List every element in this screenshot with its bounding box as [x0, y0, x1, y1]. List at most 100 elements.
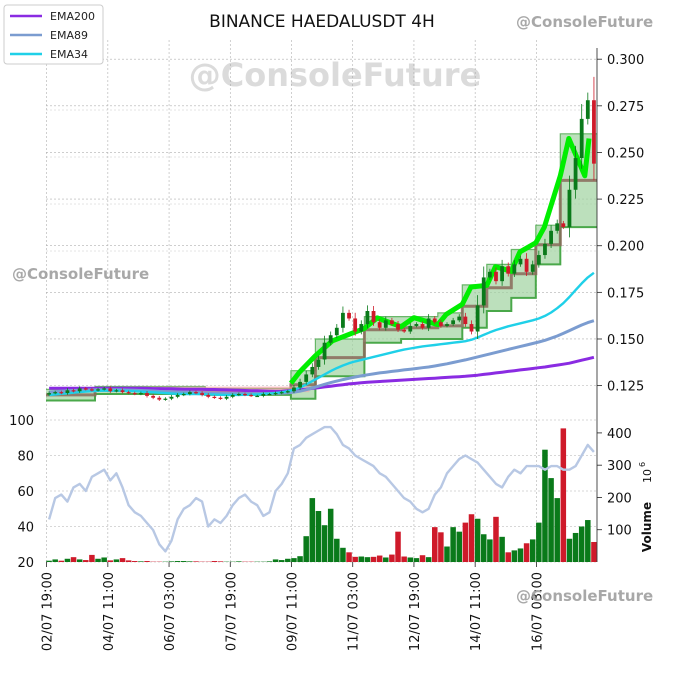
candle-body: [151, 396, 155, 398]
volume-tick-label: 200: [607, 491, 632, 506]
volume-bar: [267, 561, 273, 562]
legend-ema34-label: EMA34: [50, 48, 88, 61]
volume-bar: [444, 547, 450, 562]
candle-body: [421, 324, 425, 328]
candle-body: [568, 190, 572, 227]
volume-bar: [499, 537, 505, 562]
volume-bar: [518, 548, 524, 562]
legend-ema200-label: EMA200: [50, 10, 95, 23]
candle-body: [561, 223, 565, 227]
volume-bar: [138, 561, 144, 562]
candle-body: [574, 158, 578, 190]
volume-axis-title: Volume: [640, 502, 654, 552]
volume-bar: [395, 532, 401, 562]
volume-bar: [218, 561, 224, 562]
chart: 0.1250.1500.1750.2000.2250.2500.2750.300…: [0, 0, 690, 690]
volume-bar: [187, 561, 193, 562]
volume-bar: [481, 534, 487, 562]
candle-body: [243, 394, 247, 395]
price-tick-label: 0.150: [607, 333, 644, 348]
candle-body: [194, 392, 198, 393]
volume-bar: [487, 539, 493, 562]
volume-bar: [505, 552, 511, 562]
volume-bar: [401, 557, 407, 562]
volume-bar: [52, 559, 58, 562]
oscillator-tick-label: 100: [9, 414, 34, 429]
candle-body: [488, 272, 492, 278]
candle-body: [170, 397, 174, 399]
volume-bar: [542, 450, 548, 562]
candle-body: [96, 389, 100, 390]
candle-body: [457, 317, 461, 321]
candle-body: [402, 330, 406, 332]
candle-body: [555, 223, 559, 230]
watermark-top-right: @ConsoleFuture: [516, 13, 653, 31]
time-tick-label: 14/07 11:00: [469, 572, 484, 651]
price-tick-label: 0.275: [607, 100, 644, 115]
volume-bar: [524, 543, 530, 562]
candle-body: [133, 393, 137, 394]
volume-bar: [334, 539, 340, 562]
volume-bar: [426, 557, 432, 562]
candle-body: [347, 313, 351, 319]
candle-body: [274, 393, 278, 394]
volume-bar: [432, 527, 438, 562]
volume-tick-label: 300: [607, 459, 632, 474]
candle-body: [127, 392, 131, 393]
time-tick-label: 07/07 19:00: [224, 572, 239, 651]
volume-axis-unit-exponent: 6: [638, 462, 647, 467]
price-tick-label: 0.300: [607, 53, 644, 68]
candle-body: [206, 395, 210, 397]
candle-body: [519, 259, 523, 265]
oscillator-tick-label: 80: [17, 450, 34, 465]
candle-body: [378, 322, 382, 328]
candle-body: [592, 100, 596, 163]
time-tick-label: 11/07 03:00: [347, 572, 362, 651]
volume-axis-unit-base: 10: [641, 469, 654, 483]
volume-bar: [548, 478, 554, 562]
candle-body: [317, 360, 321, 367]
volume-bar: [456, 532, 462, 562]
volume-bar: [291, 558, 297, 562]
volume-bar: [316, 511, 322, 562]
candle-body: [384, 320, 388, 327]
volume-bar: [83, 560, 89, 562]
oscillator: [49, 427, 594, 551]
volume-bar: [310, 498, 316, 562]
time-tick-label: 04/07 11:00: [102, 572, 117, 651]
candle-body: [537, 255, 541, 264]
candle-body: [414, 324, 418, 326]
volume-axis-unit: 10 6: [638, 462, 654, 483]
candle-body: [396, 324, 400, 330]
volume-tick-label: 100: [607, 524, 632, 539]
candle-body: [292, 387, 296, 391]
volume-bar: [132, 561, 138, 562]
volume-bar: [46, 561, 52, 562]
candle-body: [90, 389, 94, 390]
volume-bar: [359, 557, 365, 562]
candle-body: [188, 392, 192, 394]
volume-bar: [236, 561, 242, 562]
candle-body: [261, 394, 265, 396]
candle-body: [580, 119, 584, 158]
volume-bar: [512, 550, 518, 562]
volume-axis-label: Volume: [640, 502, 654, 552]
candle-body: [219, 398, 223, 399]
time-tick-label: 02/07 19:00: [41, 572, 56, 651]
volume-bar: [175, 561, 181, 562]
candle-body: [78, 388, 82, 391]
volume-bar: [352, 557, 358, 562]
candle-body: [359, 324, 363, 331]
legend: EMA200 EMA89 EMA34: [4, 5, 103, 64]
chart-title: BINANCE HAEDALUSDT 4H: [209, 12, 435, 32]
volume-bar: [77, 559, 83, 562]
price-tick-label: 0.125: [607, 380, 644, 395]
candle-body: [268, 394, 272, 395]
candle-body: [476, 305, 480, 331]
candle-body: [549, 231, 553, 244]
candle-body: [47, 393, 51, 394]
candle-body: [451, 320, 455, 324]
candle-body: [439, 322, 443, 326]
price-tick-label: 0.225: [607, 193, 644, 208]
oscillator-tick-label: 20: [17, 556, 34, 571]
